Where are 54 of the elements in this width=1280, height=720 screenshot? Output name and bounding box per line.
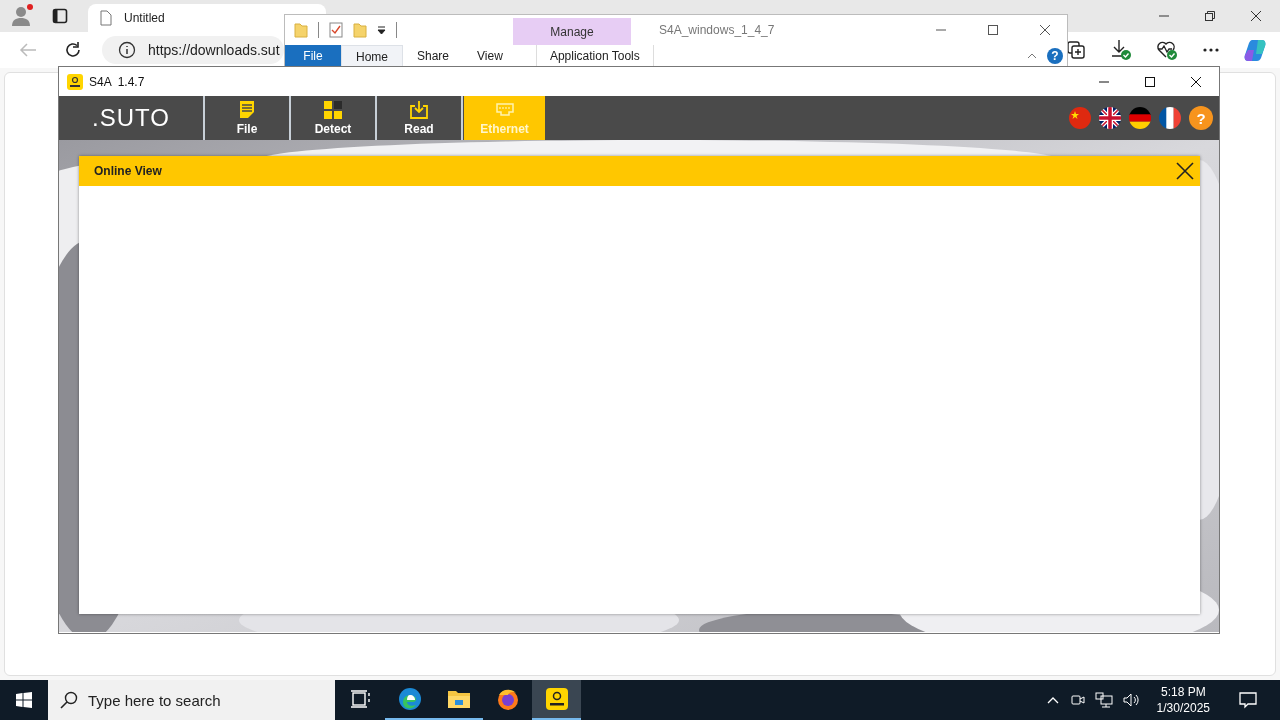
profile-icon[interactable] <box>10 4 34 28</box>
germany-flag-icon[interactable] <box>1129 107 1151 129</box>
collections-icon[interactable] <box>1066 40 1086 60</box>
ribbon-tab[interactable]: Share <box>403 45 464 67</box>
refresh-icon[interactable] <box>64 41 82 59</box>
chevron-up-icon[interactable] <box>1046 696 1059 704</box>
france-flag-icon[interactable] <box>1159 107 1181 129</box>
window-title: S4A 1.4.7 <box>89 74 145 89</box>
info-icon <box>118 41 136 59</box>
tab-actions-icon[interactable] <box>52 8 68 24</box>
task-view-icon <box>350 689 370 709</box>
ribbon-tab[interactable]: Home <box>341 45 403 67</box>
close-icon[interactable] <box>1190 75 1202 88</box>
restore-icon[interactable] <box>1204 10 1216 22</box>
china-flag-icon[interactable] <box>1069 107 1091 129</box>
download-icon[interactable] <box>1110 39 1132 61</box>
help-button[interactable]: ? <box>1047 48 1063 64</box>
document-icon <box>237 100 257 120</box>
heart-monitor-icon[interactable] <box>1156 39 1178 61</box>
volume-icon[interactable] <box>1122 692 1141 708</box>
edge-icon <box>397 687 422 711</box>
maximize-icon[interactable] <box>1144 75 1156 88</box>
close-icon[interactable] <box>1176 162 1194 180</box>
windows-start-icon[interactable] <box>16 692 32 708</box>
network-icon[interactable] <box>1094 692 1113 708</box>
date-text: 1/30/2025 <box>1156 700 1210 716</box>
ribbon-tab[interactable]: View <box>463 45 517 67</box>
collapse-icon[interactable] <box>1027 53 1037 59</box>
close-icon[interactable] <box>1250 10 1262 22</box>
taskbar-app[interactable] <box>532 680 581 720</box>
grid-icon <box>323 100 343 120</box>
close-icon[interactable] <box>1039 24 1051 36</box>
more-icon[interactable] <box>1202 47 1220 53</box>
context-tab-header: Manage <box>513 18 631 45</box>
firefox-icon <box>495 687 520 711</box>
properties-icon[interactable] <box>329 22 343 38</box>
page-icon <box>100 10 112 26</box>
address-bar[interactable]: https://downloads.sut <box>102 36 284 64</box>
uk-flag-icon[interactable] <box>1099 107 1121 129</box>
logo: .SUTO <box>92 104 170 132</box>
time-text: 5:18 PM <box>1160 684 1206 700</box>
camera-icon[interactable] <box>1068 692 1085 708</box>
download-icon <box>409 100 429 120</box>
search-field[interactable]: Type here to search <box>48 680 335 720</box>
search-icon <box>60 691 78 709</box>
window-title: S4A_windows_1_4_7 <box>659 23 775 37</box>
ribbon-tab[interactable]: File <box>285 45 341 67</box>
app-icon <box>544 687 569 711</box>
dialog-title: Online View <box>94 164 162 178</box>
app-icon <box>67 73 83 90</box>
clock[interactable]: 5:18 PM 1/30/2025 <box>1156 684 1210 716</box>
dropdown-icon[interactable] <box>377 25 386 35</box>
notification-icon[interactable] <box>1238 690 1258 710</box>
maximize-icon[interactable] <box>987 24 999 36</box>
